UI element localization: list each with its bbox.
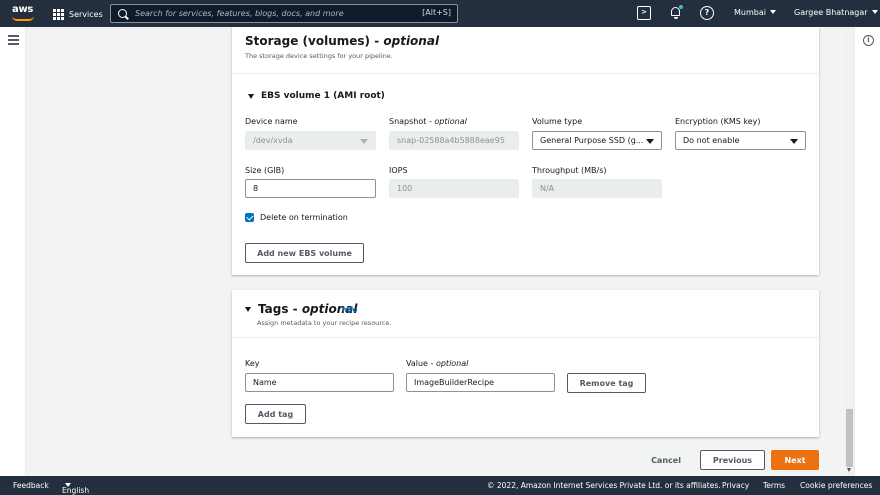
- tags-description: Assign metadata to your recipe resource.: [257, 319, 392, 327]
- top-navigation: aws Services [Alt+S] > ? Mumbai Gargee B…: [0, 0, 880, 27]
- copyright-text: © 2022, Amazon Internet Services Private…: [487, 481, 721, 490]
- right-rail: i: [854, 27, 880, 476]
- encryption-select[interactable]: Do not enable: [675, 131, 806, 150]
- cookie-preferences-link[interactable]: Cookie preferences: [800, 481, 872, 490]
- volume-type-select[interactable]: General Purpose SSD (g...: [532, 131, 662, 150]
- storage-volumes-card: Storage (volumes) - optional The storage…: [232, 27, 819, 275]
- next-button[interactable]: Next: [771, 450, 819, 470]
- scrollbar-thumb[interactable]: [846, 409, 853, 467]
- size-label: Size (GIB): [245, 166, 285, 175]
- chevron-down-icon: [871, 10, 878, 14]
- storage-description: The storage device settings for your pip…: [245, 52, 393, 60]
- search-bar[interactable]: [Alt+S]: [110, 4, 458, 23]
- privacy-link[interactable]: Privacy: [722, 481, 749, 490]
- notification-dot: [679, 5, 683, 9]
- tags-card: Tags - optional Assign metadata to your …: [232, 290, 819, 437]
- caret-down-icon: [646, 139, 654, 144]
- add-ebs-volume-button[interactable]: Add new EBS volume: [245, 243, 364, 263]
- feedback-link[interactable]: Feedback: [13, 481, 49, 490]
- help-icon[interactable]: ?: [700, 6, 714, 20]
- previous-button[interactable]: Previous: [700, 450, 765, 470]
- delete-on-termination-checkbox[interactable]: [245, 213, 254, 222]
- storage-title: Storage (volumes) - optional: [245, 34, 440, 48]
- iops-input: 100: [389, 179, 519, 198]
- ebs-volume-title: EBS volume 1 (AMI root): [261, 91, 385, 101]
- cloudshell-icon[interactable]: >: [637, 6, 651, 20]
- info-panel-icon[interactable]: i: [863, 35, 874, 46]
- search-input[interactable]: [135, 9, 415, 18]
- add-tag-button[interactable]: Add tag: [245, 404, 306, 424]
- language-selector[interactable]: English (US): [62, 481, 89, 495]
- volume-type-label: Volume type: [532, 117, 583, 126]
- caret-down-icon: [360, 139, 368, 144]
- throughput-input: N/A: [532, 179, 662, 198]
- remove-tag-button[interactable]: Remove tag: [567, 373, 646, 393]
- ebs-volume-expander[interactable]: EBS volume 1 (AMI root): [248, 91, 385, 101]
- user-name: Gargee Bhatnagar: [794, 8, 868, 17]
- aws-logo[interactable]: aws: [12, 4, 34, 23]
- terms-link[interactable]: Terms: [763, 481, 785, 490]
- divider: [232, 337, 819, 338]
- snapshot-label: Snapshot - optional: [389, 117, 467, 126]
- search-icon: [118, 9, 127, 18]
- notifications-bell-icon[interactable]: [669, 5, 683, 20]
- caret-down-icon: [790, 139, 798, 144]
- delete-on-termination-label: Delete on termination: [260, 213, 348, 222]
- iops-label: IOPS: [389, 166, 408, 175]
- tag-value-input[interactable]: ImageBuilderRecipe: [406, 373, 555, 392]
- hamburger-menu-icon[interactable]: [8, 35, 19, 47]
- aws-logo-text: aws: [12, 4, 34, 15]
- region-label: Mumbai: [734, 8, 766, 17]
- scroll-down-icon[interactable]: [847, 468, 851, 472]
- grid-icon: [53, 8, 64, 20]
- throughput-label: Throughput (MB/s): [532, 166, 607, 175]
- cancel-button[interactable]: Cancel: [645, 450, 687, 470]
- tag-key-label: Key: [245, 359, 260, 368]
- size-input[interactable]: 8: [245, 179, 376, 198]
- tags-expander[interactable]: Tags - optional: [245, 302, 358, 316]
- device-name-select: /dev/xvda: [245, 131, 376, 150]
- tag-value-label: Value - optional: [406, 359, 469, 368]
- services-label: Services: [69, 9, 103, 19]
- chevron-down-icon: [769, 10, 776, 14]
- tags-info-link[interactable]: Info: [342, 306, 357, 314]
- encryption-label: Encryption (KMS key): [675, 117, 761, 126]
- caret-down-icon: [248, 93, 254, 99]
- caret-down-icon: [245, 306, 251, 312]
- left-rail: [0, 27, 26, 476]
- divider: [232, 73, 819, 74]
- services-menu-button[interactable]: Services: [53, 6, 103, 22]
- user-menu[interactable]: Gargee Bhatnagar: [794, 8, 878, 17]
- tag-key-input[interactable]: Name: [245, 373, 394, 392]
- footer: Feedback English (US) © 2022, Amazon Int…: [0, 476, 880, 495]
- page-scrollbar[interactable]: [845, 27, 854, 476]
- search-shortcut: [Alt+S]: [422, 8, 451, 17]
- snapshot-field: snap-02588a4b5888eae95: [389, 131, 519, 150]
- region-selector[interactable]: Mumbai: [734, 8, 776, 17]
- aws-smile-icon: [12, 16, 34, 21]
- device-name-label: Device name: [245, 117, 298, 126]
